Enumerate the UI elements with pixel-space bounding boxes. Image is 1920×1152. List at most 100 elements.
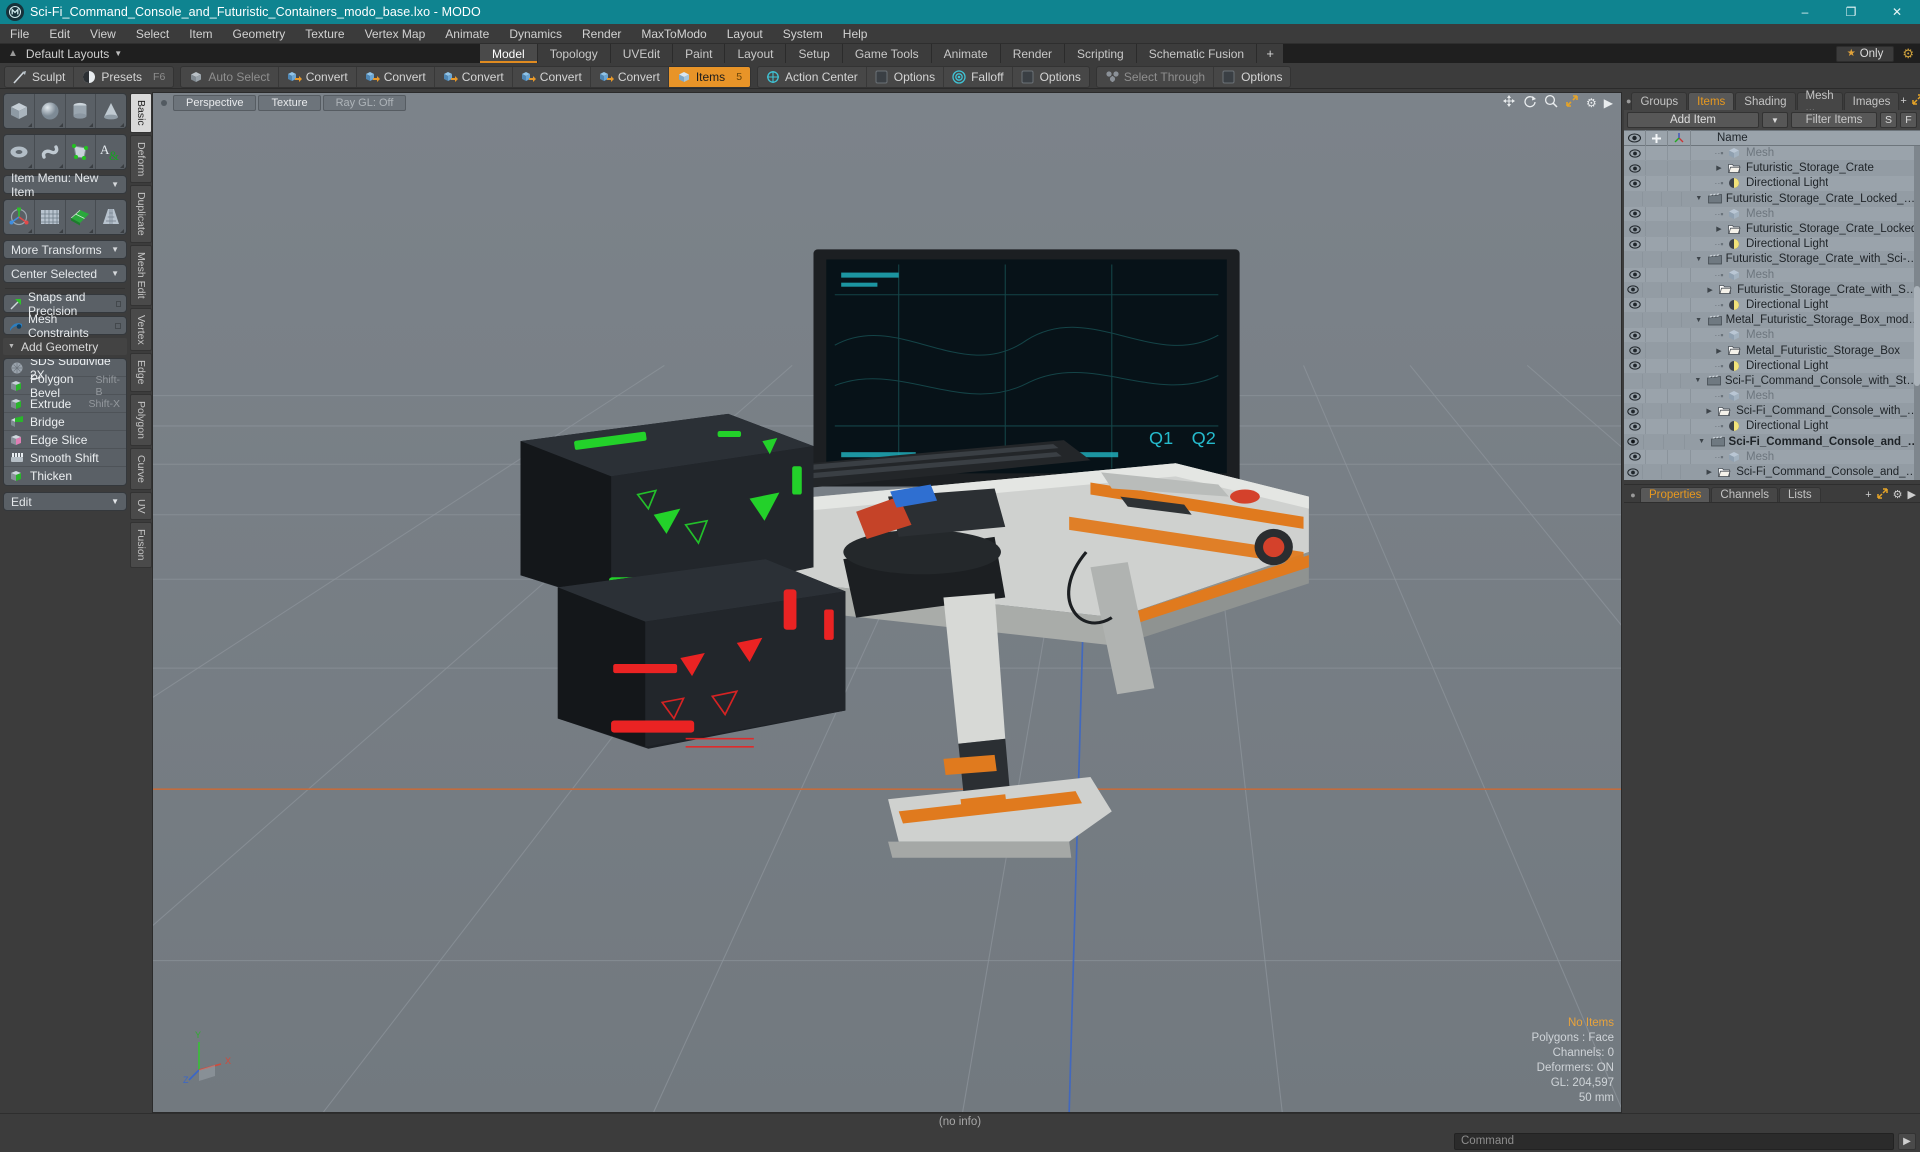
visibility-eye-icon[interactable]	[1624, 282, 1644, 297]
only-toggle-button[interactable]: ★ Only	[1835, 45, 1895, 62]
expand-icon[interactable]	[1876, 487, 1888, 502]
chevron-down-icon[interactable]: ▼	[1692, 377, 1704, 384]
visibility-eye-icon[interactable]	[1624, 176, 1646, 191]
item-row[interactable]: ▶ Futuristic_Storage_Crate_with_Sci-Fi_H …	[1624, 282, 1920, 298]
chevron-right-icon[interactable]: ▶	[1703, 407, 1715, 415]
item-row[interactable]: ··▪ Mesh	[1624, 146, 1920, 162]
collapse-arrow-icon[interactable]: ▲	[4, 48, 26, 59]
item-transform-cell[interactable]	[1668, 267, 1691, 282]
vertical-tab-polygon[interactable]: Polygon	[130, 393, 152, 446]
chevron-down-icon[interactable]: ▼	[1693, 256, 1705, 263]
torus-primitive-icon[interactable]	[4, 135, 35, 169]
item-name-cell[interactable]: ▼ Futuristic_Storage_Crate_with_Sci-Fi_He…	[1682, 253, 1920, 265]
panel-menu-dot-icon[interactable]: ●	[1626, 487, 1640, 502]
item-add-cell[interactable]	[1646, 343, 1668, 358]
vertical-tab-uv[interactable]: UV	[130, 491, 152, 521]
menu-item-vertex-map[interactable]: Vertex Map	[355, 24, 436, 44]
visibility-eye-icon[interactable]	[1624, 389, 1646, 404]
item-name-cell[interactable]: ▶ Futuristic_Storage_Crate_Locked	[1691, 223, 1920, 235]
layout-tab-topology[interactable]: Topology	[537, 44, 611, 63]
visibility-eye-icon[interactable]	[1624, 434, 1644, 449]
viewport-tab-perspective[interactable]: Perspective	[173, 94, 257, 111]
chevron-down-icon[interactable]: ▼	[1693, 317, 1705, 324]
item-name-cell[interactable]: ··▪ Mesh	[1691, 208, 1920, 220]
sphere-primitive-icon[interactable]	[35, 94, 66, 128]
polygon-primitive-icon[interactable]	[66, 135, 97, 169]
visibility-eye-icon[interactable]	[1624, 464, 1643, 480]
visibility-eye-icon[interactable]	[1624, 221, 1646, 237]
item-row[interactable]: ··▪ Mesh	[1624, 267, 1920, 283]
visibility-eye-icon[interactable]	[1624, 146, 1646, 161]
chevron-right-icon[interactable]: ▶	[1908, 488, 1916, 501]
right-tab-shading[interactable]: Shading	[1735, 92, 1796, 110]
name-column-header[interactable]: Name	[1691, 130, 1920, 146]
item-transform-cell[interactable]	[1668, 176, 1691, 191]
add-column-header[interactable]	[1646, 130, 1668, 146]
toolbar-convert-button[interactable]: Convert	[513, 66, 591, 87]
visibility-eye-icon[interactable]	[1624, 313, 1643, 328]
menu-item-render[interactable]: Render	[572, 24, 631, 44]
center-selected-dropdown[interactable]: Center Selected ▼	[3, 264, 127, 283]
options-square-icon[interactable]	[115, 322, 121, 329]
visibility-eye-icon[interactable]	[1624, 404, 1643, 419]
visibility-eye-icon[interactable]	[1624, 237, 1646, 252]
layout-tab-layout[interactable]: Layout	[725, 44, 787, 63]
zoom-icon[interactable]	[1544, 94, 1558, 111]
menu-item-file[interactable]: File	[0, 24, 39, 44]
item-row[interactable]: ··▪ Directional Light	[1624, 358, 1920, 374]
item-name-cell[interactable]: ··▪ Directional Light	[1691, 420, 1920, 432]
taper-deform-icon[interactable]	[96, 200, 126, 234]
item-name-cell[interactable]: ▼ Futuristic_Storage_Crate_Locked_modo_b …	[1682, 193, 1920, 205]
scrollbar-thumb[interactable]	[1914, 286, 1920, 387]
transform-gizmo-icon[interactable]	[4, 200, 35, 234]
toolbar-action-center-button[interactable]: Action Center	[758, 66, 867, 87]
item-row[interactable]: ▶ Sci-Fi_Command_Console_with_Storage ...	[1624, 404, 1920, 420]
item-row[interactable]: ▶ Futuristic_Storage_Crate	[1624, 161, 1920, 177]
item-name-cell[interactable]: ▼ Sci-Fi_Command_Console_with_Storage_C .…	[1681, 375, 1920, 387]
layout-tab-model[interactable]: Model	[480, 44, 538, 63]
vertical-tab-deform[interactable]: Deform	[130, 134, 152, 184]
menu-item-item[interactable]: Item	[179, 24, 222, 44]
item-add-cell[interactable]	[1646, 237, 1668, 252]
close-button[interactable]: ✕	[1874, 0, 1920, 24]
layout-tab-paint[interactable]: Paint	[673, 44, 726, 63]
toolbar-convert-button[interactable]: Convert	[591, 66, 669, 87]
item-name-cell[interactable]: ▶ Sci-Fi_Command_Console_and_Futuristi ..…	[1681, 466, 1920, 478]
item-transform-cell[interactable]	[1662, 282, 1683, 297]
item-add-cell[interactable]	[1646, 161, 1668, 176]
item-add-cell[interactable]	[1646, 449, 1668, 464]
item-transform-cell[interactable]	[1668, 343, 1691, 358]
toolbar-options-button[interactable]: Options	[1013, 67, 1089, 87]
chevron-right-icon[interactable]: ▶	[1704, 286, 1716, 294]
layout-tab-uvedit[interactable]: UVEdit	[610, 44, 674, 63]
item-add-cell[interactable]	[1644, 434, 1664, 449]
item-name-cell[interactable]: ··▪ Directional Light	[1691, 177, 1920, 189]
visibility-eye-icon[interactable]	[1624, 206, 1646, 221]
menu-item-view[interactable]: View	[80, 24, 126, 44]
visibility-eye-icon[interactable]	[1624, 252, 1643, 267]
toolbar-convert-button[interactable]: Convert	[435, 66, 513, 87]
item-transform-cell[interactable]	[1668, 221, 1691, 237]
item-transform-cell[interactable]	[1668, 419, 1691, 434]
snaps-and-precision-button[interactable]: Snaps and Precision	[3, 290, 127, 318]
layout-tab-game-tools[interactable]: Game Tools	[842, 44, 932, 63]
menu-item-edit[interactable]: Edit	[39, 24, 80, 44]
item-add-cell[interactable]	[1646, 221, 1668, 237]
item-name-cell[interactable]: ▶ Futuristic_Storage_Crate_with_Sci-Fi_H …	[1682, 284, 1920, 296]
item-add-cell[interactable]	[1643, 404, 1662, 419]
expand-icon[interactable]	[1912, 94, 1920, 108]
menu-item-layout[interactable]: Layout	[717, 24, 773, 44]
vertical-tab-vertex[interactable]: Vertex	[130, 307, 152, 352]
chevron-right-icon[interactable]: ▶	[1604, 96, 1613, 110]
menu-item-maxtomodo[interactable]: MaxToModo	[631, 24, 716, 44]
item-transform-cell[interactable]	[1662, 313, 1682, 328]
helix-primitive-icon[interactable]	[35, 135, 66, 169]
item-row[interactable]: ▼ Metal_Futuristic_Storage_Box_modo_base …	[1624, 313, 1920, 329]
viewport-tab-raygl[interactable]: Ray GL: Off	[322, 94, 407, 111]
text-primitive-icon[interactable]: A &	[96, 135, 126, 169]
item-add-cell[interactable]	[1643, 313, 1662, 328]
item-name-cell[interactable]: ▼ Metal_Futuristic_Storage_Box_modo_base …	[1682, 314, 1920, 326]
layout-tab-setup[interactable]: Setup	[786, 44, 843, 63]
toolbar-falloff-button[interactable]: Falloff	[944, 66, 1013, 87]
add-layout-tab-button[interactable]: +	[1257, 44, 1284, 63]
